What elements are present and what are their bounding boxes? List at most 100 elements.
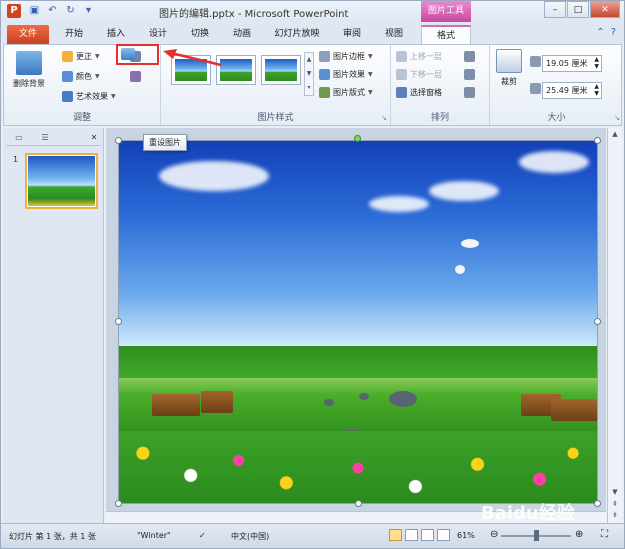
corrections-label: 更正: [76, 52, 92, 61]
style-gallery-scroll[interactable]: ▲ ▼ ▾: [304, 52, 314, 96]
resize-handle-sw[interactable]: [115, 500, 122, 507]
change-picture-button[interactable]: [130, 71, 141, 82]
artistic-effects-button[interactable]: 艺术效果 ▼: [62, 91, 116, 102]
scroll-up-icon[interactable]: ▲: [609, 130, 621, 138]
slide-sorter-button[interactable]: [405, 529, 418, 541]
tab-view[interactable]: 视图: [377, 25, 411, 44]
align-button[interactable]: [464, 51, 475, 62]
color-button[interactable]: 颜色 ▼: [62, 71, 100, 82]
tab-file[interactable]: 文件: [7, 25, 49, 44]
style-gallery-item[interactable]: [261, 55, 301, 85]
zoom-out-icon[interactable]: ⊖: [490, 529, 498, 540]
bring-forward-button[interactable]: 上移一层: [396, 51, 442, 62]
resize-handle-s[interactable]: [355, 500, 362, 507]
reading-view-button[interactable]: [421, 529, 434, 541]
powerpoint-logo-icon: P: [7, 4, 21, 18]
tree-line: [119, 346, 597, 378]
fit-to-window-icon[interactable]: ⛶: [601, 529, 608, 540]
chevron-down-icon: ▼: [95, 73, 100, 80]
resize-handle-nw[interactable]: [115, 137, 122, 144]
picture-border-button[interactable]: 图片边框 ▼: [319, 51, 373, 62]
maximize-button[interactable]: □: [567, 1, 589, 18]
cloud-shape: [369, 196, 429, 212]
width-icon: [530, 83, 541, 94]
tab-design[interactable]: 设计: [141, 25, 175, 44]
previous-slide-icon[interactable]: ⇞: [609, 500, 621, 508]
chevron-down-icon: ▼: [111, 93, 116, 100]
close-pane-icon[interactable]: ✕: [87, 131, 101, 145]
zoom-level[interactable]: 61%: [457, 531, 475, 540]
artistic-effects-icon: [62, 91, 73, 102]
resize-handle-w[interactable]: [115, 318, 122, 325]
slideshow-view-button[interactable]: [437, 529, 450, 541]
next-slide-icon[interactable]: ⇟: [609, 511, 621, 519]
selection-pane-label: 选择窗格: [410, 88, 442, 97]
theme-name: "Winter": [137, 531, 171, 540]
bench-left: [152, 394, 200, 416]
undo-icon[interactable]: ↶: [45, 3, 60, 18]
title-bar: P ▣ ↶ ↻ ▾ 图片的编辑.pptx - Microsoft PowerPo…: [1, 1, 624, 22]
rotate-button[interactable]: [464, 87, 475, 98]
dialog-launcher-icon[interactable]: ↘: [381, 114, 387, 122]
spinner-icon[interactable]: ▲ ▼: [594, 83, 599, 97]
rotate-handle[interactable]: [354, 135, 361, 142]
customize-qat-icon[interactable]: ▾: [81, 3, 96, 18]
resize-handle-se[interactable]: [594, 500, 601, 507]
artistic-effects-label: 艺术效果: [76, 92, 108, 101]
picture-effects-button[interactable]: 图片效果 ▼: [319, 69, 373, 80]
picture-tools-context-label: 图片工具: [421, 1, 471, 22]
language[interactable]: 中文(中国): [231, 531, 269, 542]
minimize-ribbon-icon[interactable]: ⌃: [596, 27, 604, 38]
group-picture-styles-label: 图片样式: [257, 113, 294, 123]
border-icon: [319, 51, 330, 62]
group-objects-button[interactable]: [464, 69, 475, 80]
slide-picture[interactable]: [118, 140, 598, 504]
picture-layout-button[interactable]: 图片版式 ▼: [319, 87, 373, 98]
slides-tab-icon[interactable]: ▭: [6, 131, 32, 145]
watermark: Baidu经验: [481, 503, 575, 524]
help-icon[interactable]: ?: [611, 27, 616, 38]
layout-icon: [319, 87, 330, 98]
width-input[interactable]: 25.49 厘米 ▲ ▼: [542, 82, 602, 99]
width-icon-wrap: [530, 83, 541, 94]
chevron-down-icon: ▼: [368, 89, 373, 96]
spell-check-icon[interactable]: ✓: [199, 531, 206, 540]
zoom-in-icon[interactable]: ⊕: [575, 529, 583, 540]
dialog-launcher-icon[interactable]: ↘: [614, 114, 620, 122]
tab-home[interactable]: 开始: [57, 25, 91, 44]
tab-insert[interactable]: 插入: [99, 25, 133, 44]
window-controls: – □ ✕: [543, 1, 620, 18]
normal-view-button[interactable]: [389, 529, 402, 541]
selection-pane-icon: [396, 87, 407, 98]
style-preview-image: [265, 59, 297, 81]
tab-transitions[interactable]: 切换: [183, 25, 217, 44]
tab-animations[interactable]: 动画: [225, 25, 259, 44]
redo-icon[interactable]: ↻: [63, 3, 78, 18]
zoom-slider-thumb[interactable]: [534, 530, 539, 541]
corrections-button[interactable]: 更正 ▼: [62, 51, 100, 62]
height-icon-wrap: [530, 56, 541, 67]
ribbon-tab-bar: 文件 开始 插入 设计 切换 动画 幻灯片放映 审阅 视图 格式 ⌃ ?: [1, 22, 624, 44]
outline-tab-icon[interactable]: ☰: [32, 131, 58, 145]
tab-review[interactable]: 审阅: [335, 25, 369, 44]
height-input[interactable]: 19.05 厘米 ▲ ▼: [542, 55, 602, 72]
save-icon[interactable]: ▣: [27, 3, 42, 18]
send-backward-button[interactable]: 下移一层: [396, 69, 442, 80]
spinner-icon[interactable]: ▲ ▼: [594, 56, 599, 70]
minimize-button[interactable]: –: [544, 1, 566, 18]
scroll-down-icon[interactable]: ▼: [609, 488, 621, 496]
crop-button[interactable]: 裁剪: [494, 49, 524, 87]
window-title: 图片的编辑.pptx - Microsoft PowerPoint: [159, 9, 349, 20]
tab-slideshow[interactable]: 幻灯片放映: [267, 25, 327, 44]
cloud-shape: [429, 181, 499, 201]
selection-pane-button[interactable]: 选择窗格: [396, 87, 442, 98]
ribbon: 删除背景 更正 ▼ 颜色 ▼ 艺术效果 ▼ 调整 ▲ ▼ ▾ 图片边框 ▼ 图片…: [3, 44, 622, 126]
picture-layout-label: 图片版式: [333, 88, 365, 97]
slide-thumbnail[interactable]: [25, 153, 98, 209]
vertical-scrollbar[interactable]: ▲ ▼ ⇞ ⇟: [607, 128, 622, 523]
tab-format[interactable]: 格式: [421, 25, 471, 44]
resize-handle-e[interactable]: [594, 318, 601, 325]
close-button[interactable]: ✕: [590, 1, 620, 18]
remove-background-button[interactable]: 删除背景: [8, 51, 50, 89]
resize-handle-ne[interactable]: [594, 137, 601, 144]
